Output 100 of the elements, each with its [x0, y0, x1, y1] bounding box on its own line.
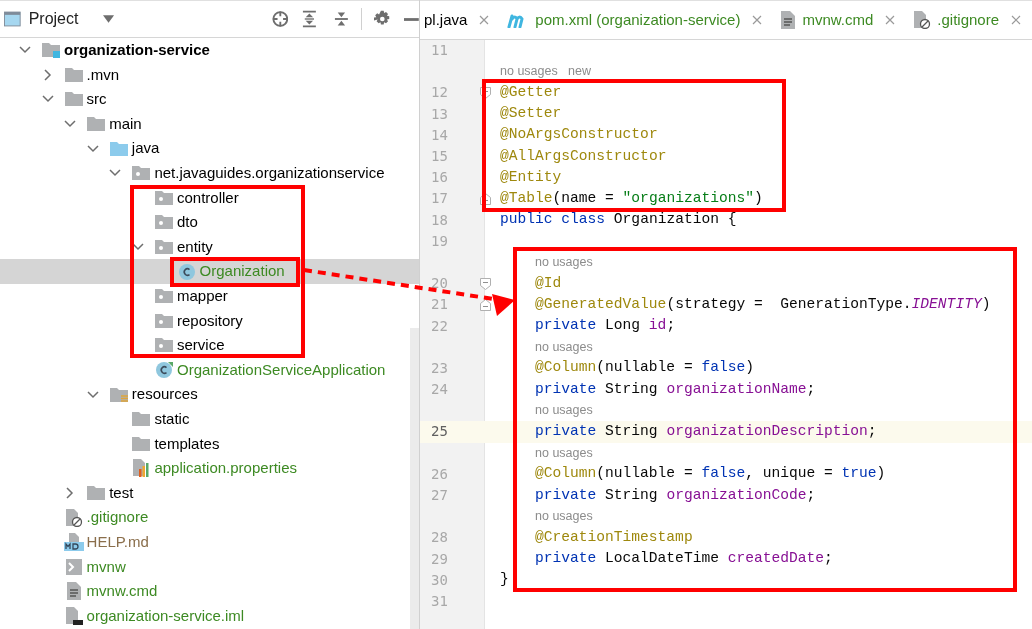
line-number: 17 [430, 189, 448, 209]
tree-item[interactable]: mvnw [86, 555, 126, 578]
tree-item[interactable]: Organization [199, 260, 285, 283]
code-line: @Getter [500, 83, 562, 103]
text-file-icon [65, 582, 82, 601]
chevron-down-icon[interactable] [132, 243, 144, 252]
line-number: 26 [430, 464, 448, 484]
caret-down-icon[interactable] [103, 15, 115, 23]
chevron-down-icon[interactable] [109, 169, 122, 178]
editor-tab[interactable]: .gitignore [937, 8, 999, 32]
package-icon [155, 337, 173, 354]
tree-item[interactable]: src [86, 88, 107, 111]
line-number: 15 [430, 147, 448, 167]
ignored-file-icon [913, 11, 932, 29]
code-line: @NoArgsConstructor [500, 125, 658, 145]
close-icon[interactable] [752, 15, 763, 25]
tree-item[interactable]: organization-service [64, 39, 210, 62]
chevron-down-icon[interactable] [19, 46, 31, 55]
editor-tab[interactable]: pom.xml (organization-service) [535, 8, 741, 32]
tree-item[interactable]: templates [154, 432, 220, 456]
text-file-icon [780, 11, 797, 29]
usage-hint[interactable]: no usages new [500, 62, 592, 82]
code-line: private LocalDateTime createdDate; [535, 549, 833, 569]
tree-item[interactable]: net.javaguides.organizationservice [154, 162, 385, 185]
line-number: 28 [430, 528, 448, 548]
code-line: @Entity [500, 167, 562, 187]
markdown-file-icon [63, 533, 84, 552]
usage-hint[interactable]: no usages [535, 401, 593, 421]
folder-icon [87, 485, 106, 501]
tree-item[interactable]: resources [131, 383, 198, 406]
scrollbar-thumb[interactable] [410, 328, 419, 629]
usage-hint[interactable]: no usages [535, 253, 593, 272]
collapse-all-icon[interactable] [333, 10, 349, 28]
tree-item[interactable]: main [109, 112, 142, 136]
fold-marker-icon[interactable] [480, 277, 491, 290]
line-number: 24 [430, 380, 448, 400]
chevron-down-icon[interactable] [64, 120, 77, 129]
package-icon [132, 165, 151, 182]
terminal-file-icon [64, 558, 83, 575]
package-icon [155, 189, 173, 206]
chevron-right-icon[interactable] [66, 487, 75, 499]
tree-item[interactable]: organization-service.iml [86, 604, 245, 628]
package-icon [155, 239, 173, 256]
line-number: 30 [430, 570, 448, 590]
tree-item[interactable]: OrganizationServiceApplication [177, 358, 386, 382]
tree-item[interactable]: test [109, 481, 134, 505]
minimize-icon[interactable] [404, 17, 419, 21]
folder-icon [87, 116, 106, 133]
locate-icon[interactable] [271, 10, 289, 28]
usage-hint[interactable]: no usages [535, 507, 593, 527]
fold-marker-icon[interactable] [480, 192, 491, 205]
chevron-down-icon[interactable] [86, 390, 99, 399]
code-line: @Id [535, 273, 562, 293]
class-icon [177, 262, 196, 281]
tree-item[interactable]: java [131, 137, 160, 160]
chevron-down-icon[interactable] [86, 144, 99, 153]
line-number: 13 [430, 104, 448, 124]
usage-hint[interactable]: no usages [535, 443, 593, 463]
code-line: @Column(nullable = false) [535, 358, 754, 378]
code-line: @Setter [500, 104, 562, 124]
tree-item[interactable]: mapper [177, 285, 228, 308]
line-number: 18 [430, 210, 448, 230]
close-icon[interactable] [885, 15, 896, 25]
tree-item[interactable]: entity [177, 235, 213, 259]
code-line: private String organizationDescription; [535, 422, 877, 442]
line-number: 25 [430, 422, 448, 442]
line-number: 27 [430, 486, 448, 506]
tree-item[interactable]: static [154, 407, 190, 431]
selected-row[interactable]: Organization [0, 259, 419, 284]
expand-all-icon[interactable] [302, 10, 317, 28]
tree-item[interactable]: dto [177, 211, 198, 234]
line-number: 21 [430, 295, 448, 315]
tree-item[interactable]: mvnw.cmd [86, 580, 158, 603]
package-icon [155, 312, 173, 329]
fold-marker-icon[interactable] [480, 298, 491, 311]
chevron-down-icon[interactable] [41, 95, 54, 104]
tree-item[interactable]: .mvn [86, 63, 120, 87]
tree-item[interactable]: application.properties [154, 457, 297, 480]
line-number: 23 [430, 358, 448, 378]
tree-item[interactable]: controller [177, 186, 239, 210]
code-line: @Column(nullable = false, unique = true) [535, 464, 886, 484]
resources-folder-icon [109, 386, 128, 403]
settings-icon[interactable] [373, 10, 391, 28]
chevron-right-icon[interactable] [43, 68, 52, 81]
editor-tab[interactable]: pl.java [424, 8, 468, 32]
close-icon[interactable] [479, 15, 490, 25]
usage-hint[interactable]: no usages [535, 337, 593, 357]
close-icon[interactable] [1011, 15, 1021, 25]
code-line: @GeneratedValue(strategy = GenerationType.IDENTITY) [535, 294, 991, 314]
tree-item[interactable]: repository [177, 309, 243, 333]
class-icon [155, 361, 173, 379]
editor-tab[interactable]: mvnw.cmd [802, 8, 874, 32]
folder-icon [132, 435, 151, 452]
tree-item[interactable]: HELP.md [86, 530, 149, 554]
code-line: @Table(name = "organizations") [500, 188, 763, 208]
fold-marker-icon[interactable] [480, 86, 491, 99]
tree-item[interactable]: .gitignore [86, 506, 149, 529]
module-folder-icon [42, 42, 60, 59]
tree-item[interactable]: service [177, 334, 225, 357]
line-number: 14 [430, 125, 448, 145]
